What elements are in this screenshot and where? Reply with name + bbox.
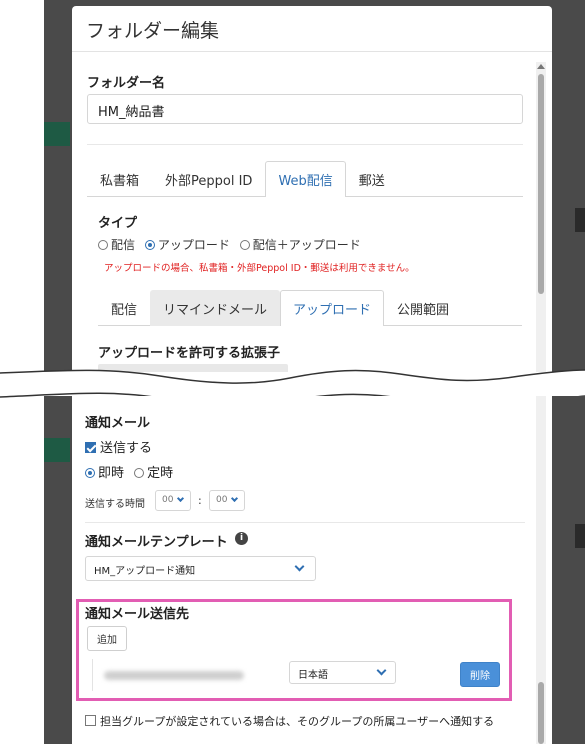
folder-name-input[interactable]: HM_納品書 xyxy=(87,94,523,124)
send-time-label: 送信する時間 xyxy=(85,499,145,510)
type-options: 配信 アップロード 配信＋アップロード xyxy=(98,236,361,253)
radio-selected-icon xyxy=(144,240,155,250)
subtab-delivery[interactable]: 配信 xyxy=(98,290,150,326)
chevron-down-icon xyxy=(294,561,305,572)
chevron-down-icon xyxy=(230,494,239,503)
chevron-down-icon xyxy=(376,665,387,676)
radio-icon xyxy=(134,468,145,478)
notify-send-checkbox[interactable]: 送信する xyxy=(85,437,152,456)
type-option-delivery[interactable]: 配信 xyxy=(98,238,135,252)
timing-scheduled[interactable]: 定時 xyxy=(134,466,173,481)
recipients-label: 通知メール送信先 xyxy=(85,607,190,622)
template-label: 通知メールテンプレート xyxy=(85,535,228,550)
notify-label: 通知メール xyxy=(85,416,151,431)
dialog-folder-edit: フォルダー編集 フォルダー名 HM_納品書 私書箱 外部Peppol ID We… xyxy=(72,6,552,372)
radio-icon xyxy=(239,240,250,250)
add-recipient-button[interactable]: 追加 xyxy=(87,626,127,651)
checkbox-icon xyxy=(85,715,96,726)
radio-icon xyxy=(98,240,108,250)
scrollbar-bottom[interactable] xyxy=(536,396,546,744)
minute-select[interactable]: 00 xyxy=(209,490,245,511)
scroll-up-arrow-icon[interactable] xyxy=(537,64,545,69)
scrollbar-top[interactable] xyxy=(536,62,546,372)
main-tabs: 私書箱 外部Peppol ID Web配信 郵送 xyxy=(87,161,523,197)
sub-tabs: 配信 リマインドメール アップロード 公開範囲 xyxy=(98,290,522,326)
scrollbar-thumb[interactable] xyxy=(538,74,544,294)
dialog-folder-edit-continued: 通知メール 送信する 即時 定時 送信する時間 00 : 00 通知メールテンプ… xyxy=(72,396,552,744)
recipient-email-blurred[interactable] xyxy=(104,671,244,680)
screenshot: フォルダー編集 フォルダー名 HM_納品書 私書箱 外部Peppol ID We… xyxy=(0,0,585,744)
subtab-upload[interactable]: アップロード xyxy=(280,290,385,326)
tab-external-peppol[interactable]: 外部Peppol ID xyxy=(152,161,265,197)
scrollbar-thumb[interactable] xyxy=(538,682,544,744)
type-option-upload[interactable]: アップロード xyxy=(144,238,230,252)
notify-timing: 即時 定時 xyxy=(85,462,173,481)
folder-name-label: フォルダー名 xyxy=(87,76,166,91)
dialog-title: フォルダー編集 xyxy=(72,6,552,52)
info-icon[interactable]: i xyxy=(235,532,248,545)
extensions-label: アップロードを許可する拡張子 xyxy=(98,346,281,361)
type-option-both[interactable]: 配信＋アップロード xyxy=(239,238,361,252)
tab-mail[interactable]: 郵送 xyxy=(346,161,398,197)
type-label: タイプ xyxy=(98,216,138,231)
group-notify-checkbox[interactable]: 担当グループが設定されている場合は、そのグループの所属ユーザーへ通知する xyxy=(85,713,494,729)
template-select[interactable]: HM_アップロード通知 xyxy=(85,556,316,581)
recipient-language-select[interactable]: 日本語 xyxy=(289,661,396,684)
tab-web-delivery[interactable]: Web配信 xyxy=(265,161,346,197)
timing-immediate[interactable]: 即時 xyxy=(85,466,124,481)
time-separator: : xyxy=(198,494,202,507)
hour-select[interactable]: 00 xyxy=(155,490,191,511)
radio-selected-icon xyxy=(85,468,95,478)
tab-shishobako[interactable]: 私書箱 xyxy=(87,161,152,197)
delete-recipient-button[interactable]: 削除 xyxy=(460,662,500,687)
chevron-down-icon xyxy=(176,494,185,503)
subtab-scope[interactable]: 公開範囲 xyxy=(384,290,462,326)
subtab-remind-mail[interactable]: リマインドメール xyxy=(150,290,281,326)
upload-warning: アップロードの場合、私書箱・外部Peppol ID・郵送は利用できません。 xyxy=(104,263,415,274)
checkbox-checked-icon xyxy=(85,442,96,453)
